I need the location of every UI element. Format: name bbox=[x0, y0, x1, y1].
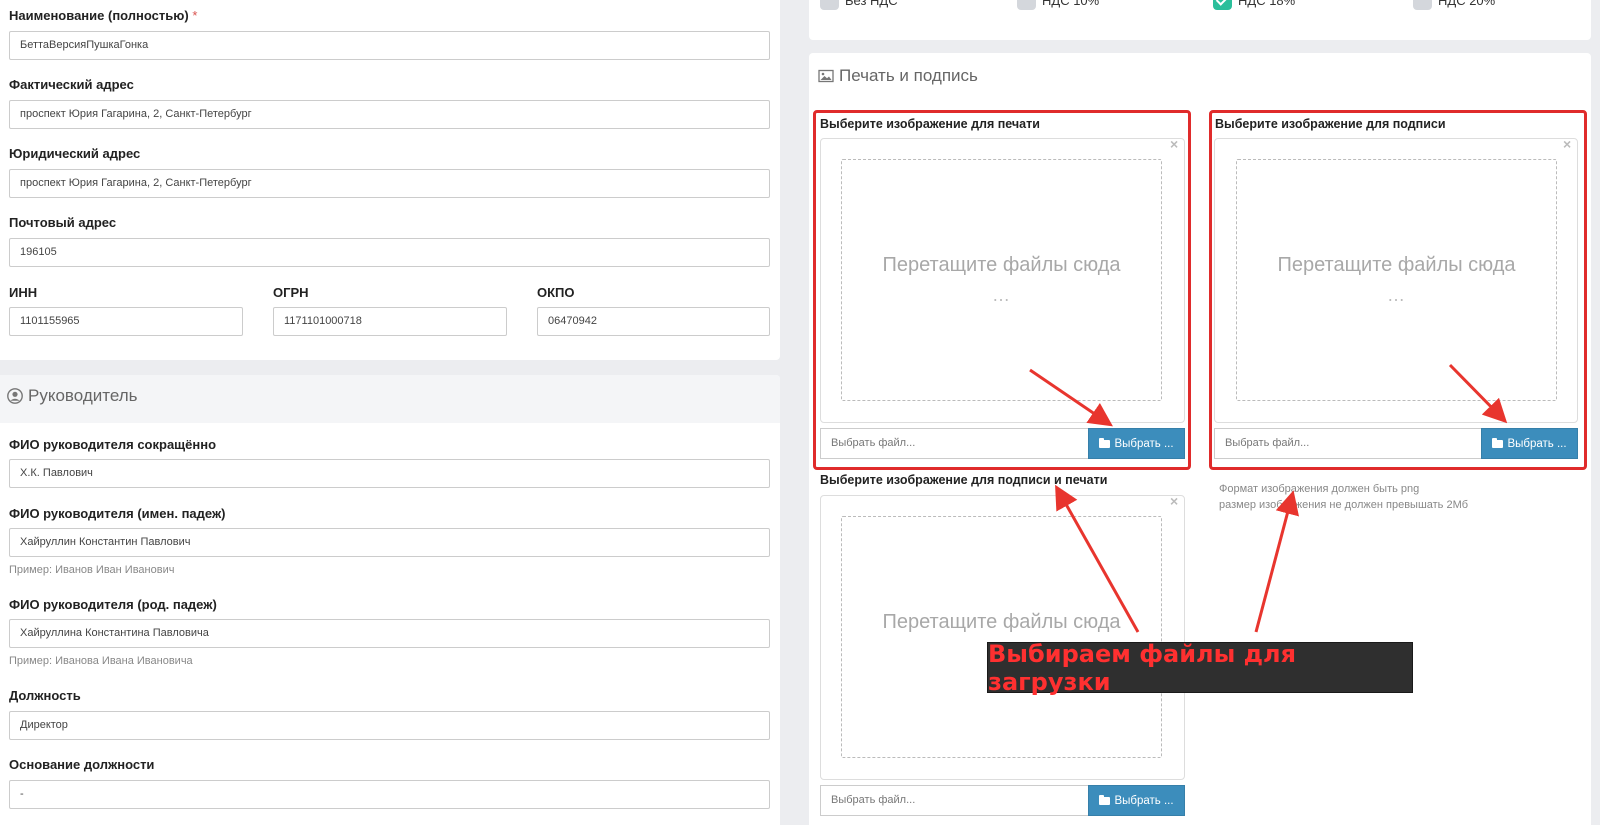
director-gen-hint: Пример: Иванова Ивана Ивановича bbox=[9, 655, 193, 667]
okpo-label: ОКПО bbox=[537, 285, 575, 300]
director-gen-label: ФИО руководителя (род. падеж) bbox=[9, 597, 217, 612]
basis-input[interactable]: - bbox=[9, 780, 770, 809]
stamp-section-title: Печать и подпись bbox=[818, 66, 978, 86]
position-label: Должность bbox=[9, 688, 81, 703]
checkbox-checked-icon bbox=[1213, 0, 1232, 10]
both-upload-title: Выберите изображение для подписи и печат… bbox=[820, 473, 1108, 487]
inn-input[interactable]: 1101155965 bbox=[9, 307, 243, 336]
postal-address-input[interactable]: 196105 bbox=[9, 238, 770, 267]
user-circle-icon bbox=[7, 388, 23, 404]
ogrn-input[interactable]: 1171101000718 bbox=[273, 307, 507, 336]
both-file-caption[interactable]: Выбрать файл... bbox=[820, 785, 1088, 816]
annotation-callout: Выбираем файлы для загрузки bbox=[987, 640, 1413, 696]
required-mark: * bbox=[192, 8, 198, 23]
stamp-highlight-frame bbox=[813, 110, 1191, 470]
legal-address-input[interactable]: проспект Юрия Гагарина, 2, Санкт-Петербу… bbox=[9, 169, 770, 198]
director-nom-hint: Пример: Иванов Иван Иванович bbox=[9, 564, 175, 576]
image-icon bbox=[818, 69, 834, 83]
director-short-name-input[interactable]: Х.К. Павлович bbox=[9, 459, 770, 488]
ogrn-label: ОГРН bbox=[273, 285, 309, 300]
full-name-label: Наименование (полностью) * bbox=[9, 8, 198, 23]
director-gen-input[interactable]: Хайруллина Константина Павловича bbox=[9, 619, 770, 648]
legal-address-label: Юридический адрес bbox=[9, 146, 141, 161]
vat-option-2[interactable]: НДС 18% bbox=[1213, 0, 1295, 10]
director-section-title: Руководитель bbox=[7, 386, 138, 406]
actual-address-input[interactable]: проспект Юрия Гагарина, 2, Санкт-Петербу… bbox=[9, 100, 770, 129]
director-nom-input[interactable]: Хайруллин Константин Павлович bbox=[9, 528, 770, 557]
basis-label: Основание должности bbox=[9, 757, 155, 772]
checkbox-icon bbox=[820, 0, 839, 10]
full-name-input[interactable]: БеттаВерсияПушкаГонка bbox=[9, 31, 770, 60]
director-nom-label: ФИО руководителя (имен. падеж) bbox=[9, 506, 226, 521]
both-drop-area[interactable]: Перетащите файлы сюда … bbox=[841, 516, 1162, 758]
both-file-row: Выбрать файл... Выбрать ... bbox=[820, 785, 1185, 816]
position-input[interactable]: Директор bbox=[9, 711, 770, 740]
postal-address-label: Почтовый адрес bbox=[9, 215, 117, 230]
director-short-name-label: ФИО руководителя сокращённо bbox=[9, 437, 217, 452]
vat-option-1[interactable]: НДС 10% bbox=[1017, 0, 1099, 10]
folder-icon bbox=[1099, 794, 1111, 805]
drop-hint-text: Перетащите файлы сюда bbox=[882, 611, 1121, 633]
inn-label: ИНН bbox=[9, 285, 38, 300]
checkbox-icon bbox=[1413, 0, 1432, 10]
signature-highlight-frame bbox=[1209, 110, 1587, 470]
format-note: Формат изображения должен быть png разме… bbox=[1219, 483, 1469, 511]
okpo-input[interactable]: 06470942 bbox=[537, 307, 770, 336]
vat-option-3[interactable]: НДС 20% bbox=[1413, 0, 1495, 10]
checkbox-icon bbox=[1017, 0, 1036, 10]
actual-address-label: Фактический адрес bbox=[9, 77, 134, 92]
both-browse-button[interactable]: Выбрать ... bbox=[1088, 785, 1185, 816]
close-icon[interactable]: × bbox=[1170, 493, 1178, 509]
vat-option-0[interactable]: Без НДС bbox=[820, 0, 898, 10]
